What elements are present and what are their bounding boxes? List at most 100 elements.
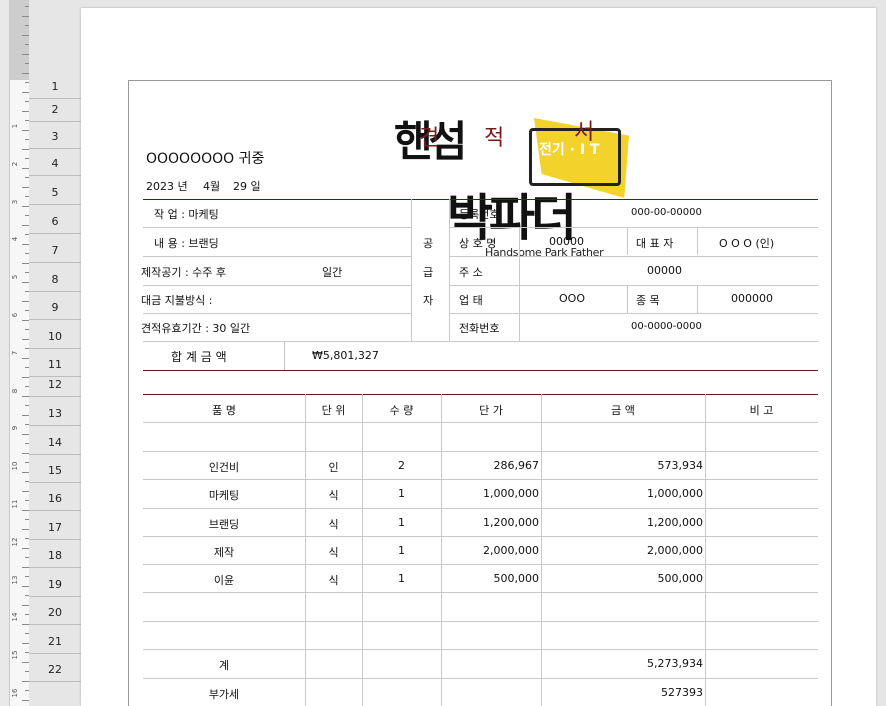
ruler-number: 9 xyxy=(11,426,19,431)
table-cell: 1 xyxy=(398,487,405,500)
ruler-tick xyxy=(22,700,29,701)
row-number: 14 xyxy=(48,436,62,449)
ruler-tick xyxy=(22,244,29,245)
row-header[interactable]: 1 xyxy=(29,80,81,99)
ruler-tick xyxy=(22,339,29,340)
table-cell: 1 xyxy=(398,544,405,557)
row-header[interactable]: 22 xyxy=(29,654,81,682)
table-cell: 500,000 xyxy=(657,572,704,585)
row-header[interactable]: 7 xyxy=(29,234,81,263)
row-header[interactable]: 11 xyxy=(29,349,81,377)
ruler-number: 8 xyxy=(11,388,19,393)
table-top-border xyxy=(143,394,818,395)
logo-text-seo: 서 xyxy=(574,120,595,145)
address-value: 00000 xyxy=(647,264,682,277)
company-name-label: 상 호 명 xyxy=(459,237,497,250)
row-header[interactable]: 14 xyxy=(29,426,81,455)
ruler-tick xyxy=(22,548,29,549)
table-cell: 식 xyxy=(328,518,339,531)
ruler-tick xyxy=(22,187,29,188)
table-cell: 1 xyxy=(398,516,405,529)
ruler-tick xyxy=(22,301,29,302)
ruler-tick xyxy=(22,168,29,169)
row-header[interactable]: 19 xyxy=(29,568,81,597)
supplier-label-1: 공 xyxy=(423,237,434,250)
supplier-label-2: 급 xyxy=(423,266,434,279)
row-header[interactable]: 18 xyxy=(29,540,81,568)
content-field: 내 용 : 브랜딩 xyxy=(154,237,219,250)
supplier-label-3: 자 xyxy=(423,294,434,307)
table-header-cell: 품 명 xyxy=(212,404,236,417)
vertical-ruler: 1 2 3 4 5 6 7 8 9 10 11 12 13 14 15 16 xyxy=(0,0,29,706)
logo-text-gyeon: 견 xyxy=(419,126,440,151)
row-header[interactable]: 16 xyxy=(29,483,81,511)
row-header[interactable]: 8 xyxy=(29,263,81,292)
row-header[interactable]: 12 xyxy=(29,377,81,397)
ruler-tick xyxy=(22,54,29,55)
date-month: 4월 xyxy=(203,180,221,193)
ruler-tick xyxy=(22,491,29,492)
ceo-label: 대 표 자 xyxy=(636,237,674,250)
company-name-value: 00000 xyxy=(549,235,584,248)
table-row-line xyxy=(143,592,818,593)
row-headers: 1 2 3 4 5 6 7 8 9 10 11 12 13 14 15 16 17 18 19 20 21 22 xyxy=(29,0,81,706)
row-header[interactable]: 9 xyxy=(29,292,81,320)
table-row-line xyxy=(143,479,818,480)
row-number: 9 xyxy=(51,301,59,314)
table-cell: 식 xyxy=(328,546,339,559)
ruler-tick xyxy=(22,681,29,682)
table-cell: 500,000 xyxy=(493,572,540,585)
row-header[interactable]: 3 xyxy=(29,122,81,149)
row-header[interactable]: 13 xyxy=(29,397,81,426)
row-number: 1 xyxy=(51,80,59,93)
table-cell: 573,934 xyxy=(657,459,704,472)
item-value: 000000 xyxy=(731,292,773,305)
row-number: 4 xyxy=(51,157,59,170)
row-header[interactable]: 2 xyxy=(29,99,81,122)
ruler-tick xyxy=(22,643,29,644)
row-number: 21 xyxy=(48,635,62,648)
table-header-cell: 단 위 xyxy=(321,404,346,417)
ruler-tick xyxy=(22,225,29,226)
table-cell: 1,000,000 xyxy=(647,487,703,500)
row-number: 19 xyxy=(48,578,62,591)
row-number: 6 xyxy=(51,215,59,228)
table-cell: 마케팅 xyxy=(208,489,240,502)
ruler-tick xyxy=(22,320,29,321)
row-number: 2 xyxy=(51,103,59,116)
ruler-number: 1 xyxy=(11,123,19,129)
row-header[interactable]: 4 xyxy=(29,149,81,176)
table-cell: 286,967 xyxy=(493,459,540,472)
row-header[interactable]: 10 xyxy=(29,320,81,349)
table-cell: 1,200,000 xyxy=(483,516,539,529)
row-header[interactable]: 5 xyxy=(29,176,81,205)
row-number: 15 xyxy=(48,464,62,477)
ruler-tick xyxy=(22,510,29,511)
table-cell: 1 xyxy=(398,572,405,585)
reg-number-label: 등록번호 xyxy=(459,208,500,221)
table-cell: 식 xyxy=(328,574,339,587)
row-header[interactable]: 20 xyxy=(29,597,81,625)
info-top-border xyxy=(143,199,818,200)
ruler-tick xyxy=(22,73,29,74)
ruler-tick xyxy=(22,263,29,264)
row-number: 3 xyxy=(51,130,59,143)
row-header[interactable]: 6 xyxy=(29,205,81,234)
row-header[interactable]: 17 xyxy=(29,511,81,540)
ruler-tick xyxy=(22,662,29,663)
row-header[interactable]: 21 xyxy=(29,625,81,654)
table-row-line xyxy=(143,649,818,650)
ruler-tick xyxy=(22,35,29,36)
ruler-tick xyxy=(22,586,29,587)
table-cell: 1,000,000 xyxy=(483,487,539,500)
ruler-number: 12 xyxy=(11,537,19,547)
row-number: 10 xyxy=(48,330,62,343)
ruler-number: 11 xyxy=(11,499,19,509)
logo-text-jeok: 적 xyxy=(484,126,505,151)
ruler-tick xyxy=(22,206,29,207)
row-header[interactable]: 15 xyxy=(29,455,81,483)
vat-value: 527393 xyxy=(661,686,703,699)
ruler-tick xyxy=(22,358,29,359)
row-number: 17 xyxy=(48,521,62,534)
row-number: 20 xyxy=(48,606,62,619)
